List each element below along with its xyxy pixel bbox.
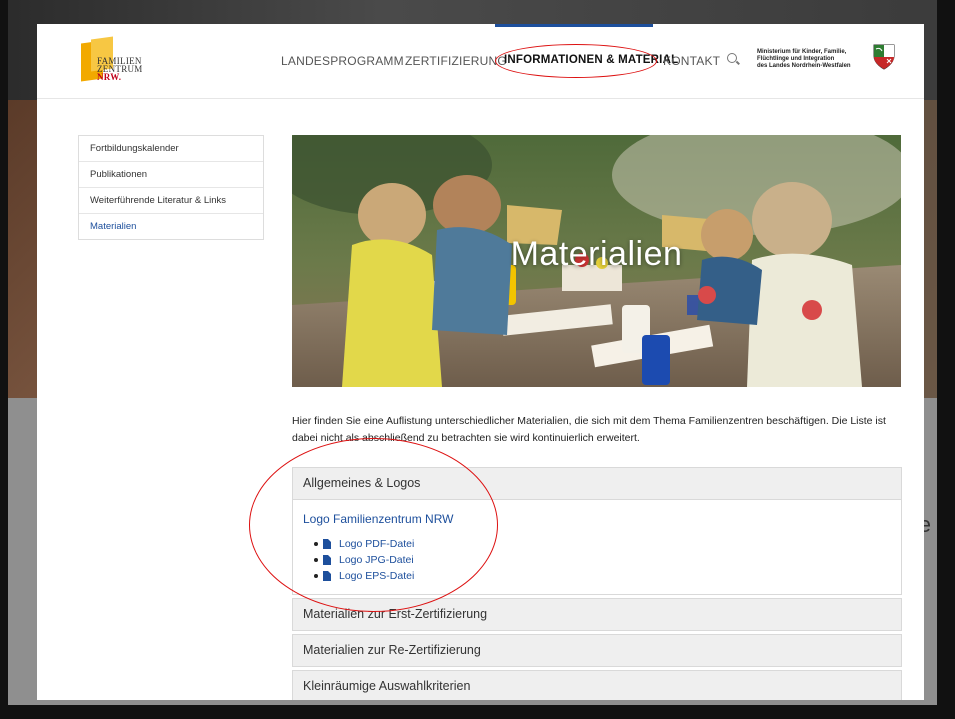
backdrop-edge (0, 705, 955, 719)
annotation-circle (249, 438, 498, 612)
backdrop-edge (0, 0, 8, 719)
nav-item-landesprogramm[interactable]: LANDESPROGRAMM (281, 54, 404, 68)
backdrop-edge (937, 0, 955, 719)
accordion-header-auswahlkriterien[interactable]: Kleinräumige Auswahlkriterien (293, 671, 901, 700)
hero-image: Materialien (292, 135, 901, 387)
accordion-panel-auswahlkriterien: Kleinräumige Auswahlkriterien (292, 670, 902, 700)
ministry-line: des Landes Nordrhein-Westfalen (757, 63, 851, 69)
nrw-crest-icon (873, 44, 895, 70)
nav-item-zertifizierung[interactable]: ZERTIFIZIERUNG (405, 54, 507, 68)
site-logo[interactable]: FAMILIEN ZENTRUM NRW. (81, 36, 161, 82)
active-nav-indicator (495, 24, 653, 27)
nav-item-kontakt[interactable]: KONTAKT (663, 54, 720, 68)
sidebar-item-materialien[interactable]: Materialien (79, 214, 263, 239)
annotation-circle (495, 44, 657, 78)
hero-title: Materialien (510, 235, 683, 273)
sidebar-item-publikationen[interactable]: Publikationen (79, 162, 263, 188)
accordion-header-re-zertifizierung[interactable]: Materialien zur Re-Zertifizierung (293, 635, 901, 666)
logo-text: NRW. (97, 72, 122, 82)
sidebar-item-literatur-links[interactable]: Weiterführende Literatur & Links (79, 188, 263, 214)
sidebar-item-fortbildungskalender[interactable]: Fortbildungskalender (79, 136, 263, 162)
search-icon[interactable] (727, 53, 737, 63)
top-navigation-bar: FAMILIEN ZENTRUM NRW. LANDESPROGRAMM ZER… (37, 24, 924, 99)
sidebar-nav: Fortbildungskalender Publikationen Weite… (78, 135, 264, 240)
ministry-line: Ministerium für Kinder, Familie, (757, 49, 847, 55)
accordion-panel-re-zertifizierung: Materialien zur Re-Zertifizierung (292, 634, 902, 667)
ministry-line: Flüchtlinge und Integration (757, 56, 835, 62)
ministry-label: Ministerium für Kinder, Familie, Flüchtl… (757, 49, 867, 70)
modal-window: FAMILIEN ZENTRUM NRW. LANDESPROGRAMM ZER… (37, 24, 924, 700)
